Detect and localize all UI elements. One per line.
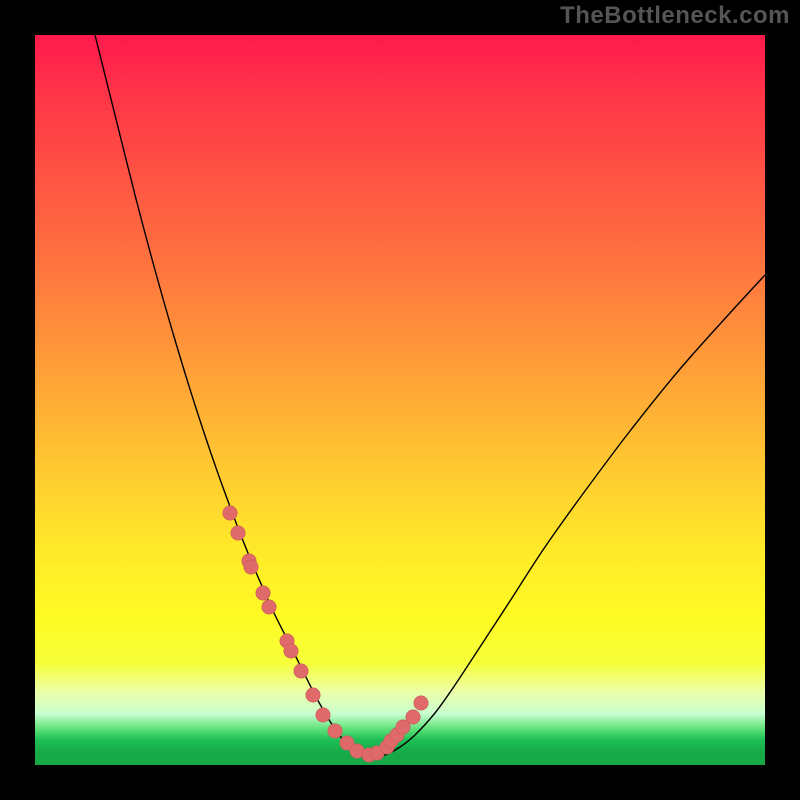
data-marker (306, 688, 320, 702)
data-marker (316, 708, 330, 722)
data-marker (294, 664, 308, 678)
data-marker (328, 724, 342, 738)
watermark-text: TheBottleneck.com (560, 2, 790, 30)
marker-group (223, 506, 428, 762)
data-marker (244, 560, 258, 574)
data-marker (231, 526, 245, 540)
data-marker (256, 586, 270, 600)
data-marker (406, 710, 420, 724)
data-marker (414, 696, 428, 710)
data-marker (223, 506, 237, 520)
chart-frame: TheBottleneck.com (0, 0, 800, 800)
data-marker (284, 644, 298, 658)
data-marker (262, 600, 276, 614)
plot-area (35, 35, 765, 765)
bottleneck-curve (95, 35, 765, 757)
curve-layer (35, 35, 765, 765)
